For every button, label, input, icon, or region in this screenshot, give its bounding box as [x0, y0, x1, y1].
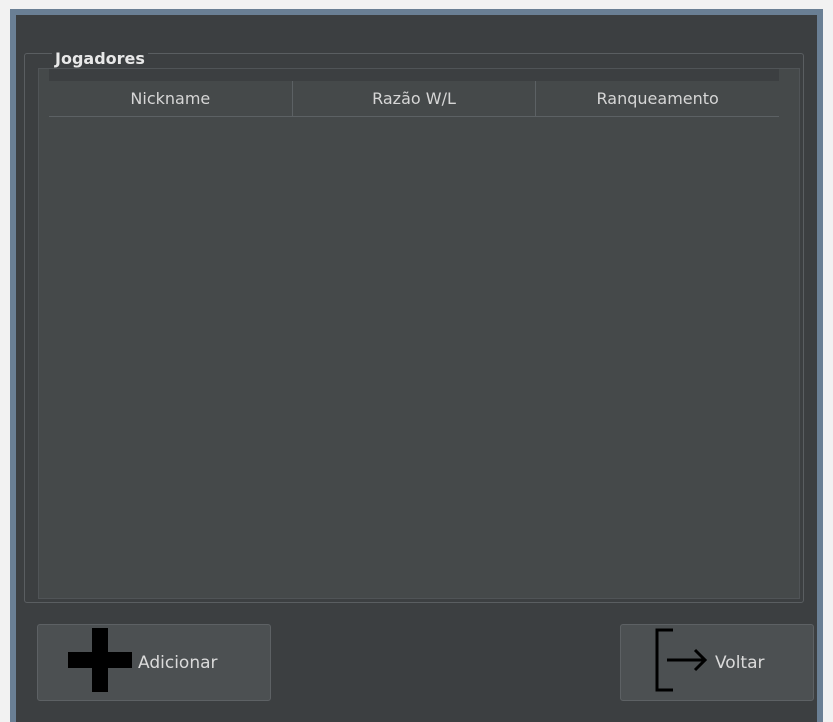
- add-button[interactable]: Adicionar: [37, 624, 271, 701]
- column-header-nickname[interactable]: Nickname: [49, 81, 293, 116]
- table-header: Nickname Razão W/L Ranqueamento: [49, 69, 779, 117]
- players-table[interactable]: Nickname Razão W/L Ranqueamento: [38, 68, 800, 599]
- add-button-label: Adicionar: [138, 652, 218, 673]
- column-header-win-loss-ratio[interactable]: Razão W/L: [293, 81, 537, 116]
- column-header-ranking[interactable]: Ranqueamento: [536, 81, 779, 116]
- table-body[interactable]: [39, 117, 799, 587]
- group-title: Jogadores: [52, 48, 148, 70]
- back-button-label: Voltar: [715, 652, 765, 673]
- back-button[interactable]: Voltar: [620, 624, 814, 701]
- exit-arrow-icon: [653, 628, 709, 697]
- plus-icon: [68, 628, 132, 697]
